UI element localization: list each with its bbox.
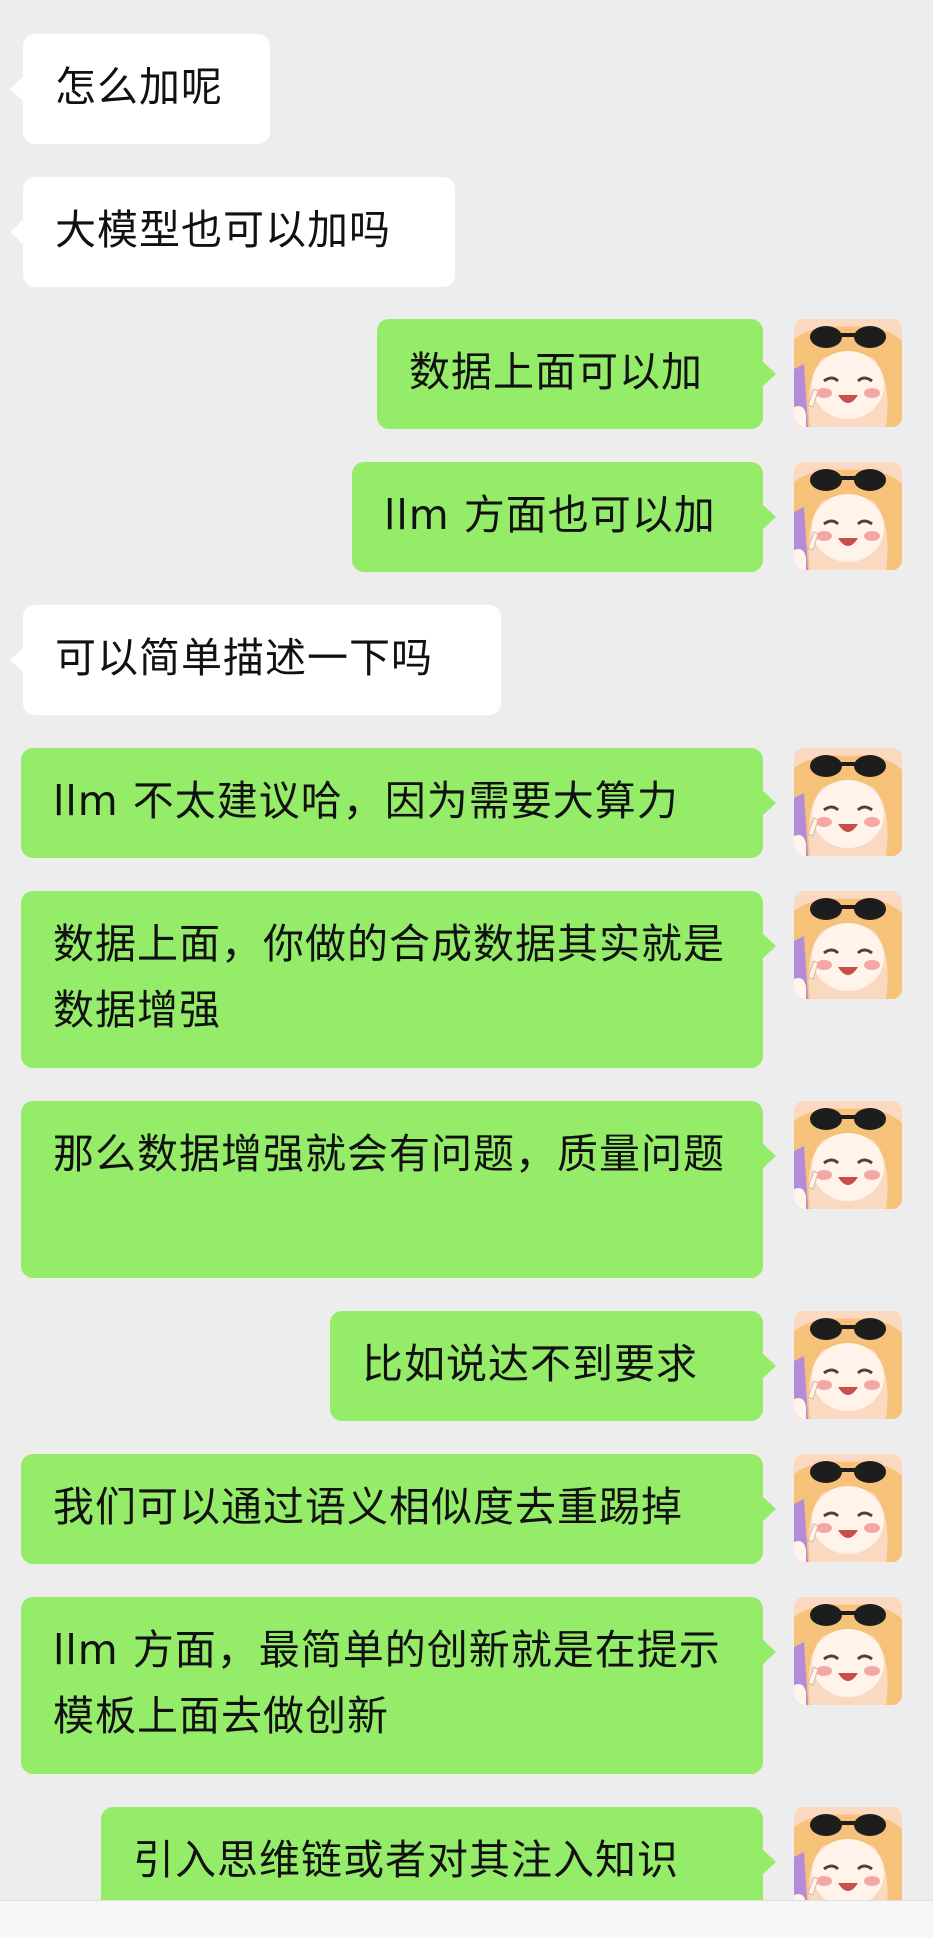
user-avatar[interactable] [794, 1101, 902, 1209]
anime-girl-sunglasses-avatar-icon [794, 748, 902, 856]
outgoing-message-bubble[interactable]: 那么数据增强就会有问题，质量问题 [21, 1101, 776, 1278]
incoming-message-bubble[interactable]: 大模型也可以加吗 [10, 177, 455, 287]
chat-message-list[interactable]: 怎么加呢 大模型也可以加吗 数据上面可以加 llm 方面也可以加 可以简单描述一… [0, 0, 933, 1938]
anime-girl-sunglasses-avatar-icon [794, 462, 902, 570]
message-text: 那么数据增强就会有问题，质量问题 [53, 1130, 725, 1178]
outgoing-message-bubble[interactable]: llm 方面，最简单的创新就是在提示模板上面去做创新 [21, 1597, 776, 1774]
anime-girl-sunglasses-avatar-icon [794, 1807, 902, 1915]
user-avatar[interactable] [794, 748, 902, 856]
message-text: 可以简单描述一下吗 [55, 634, 433, 682]
outgoing-message-bubble[interactable]: llm 方面也可以加 [352, 462, 776, 572]
bottom-input-bar-edge [0, 1900, 933, 1938]
anime-girl-sunglasses-avatar-icon [794, 1454, 902, 1562]
message-text: 怎么加呢 [55, 63, 223, 111]
outgoing-message-bubble[interactable]: 比如说达不到要求 [330, 1311, 776, 1421]
anime-girl-sunglasses-avatar-icon [794, 891, 902, 999]
message-text: llm 不太建议哈，因为需要大算力 [53, 777, 679, 825]
incoming-message-bubble[interactable]: 可以简单描述一下吗 [10, 605, 501, 715]
message-text: 数据上面可以加 [409, 348, 703, 396]
outgoing-message-bubble[interactable]: 我们可以通过语义相似度去重踢掉 [21, 1454, 776, 1564]
outgoing-message-bubble[interactable]: 数据上面，你做的合成数据其实就是数据增强 [21, 891, 776, 1068]
user-avatar[interactable] [794, 462, 902, 570]
user-avatar[interactable] [794, 319, 902, 427]
user-avatar[interactable] [794, 1597, 902, 1705]
message-text: llm 方面，最简单的创新就是在提示模板上面去做创新 [53, 1626, 721, 1740]
anime-girl-sunglasses-avatar-icon [794, 1311, 902, 1419]
user-avatar[interactable] [794, 1311, 902, 1419]
outgoing-message-bubble[interactable]: llm 不太建议哈，因为需要大算力 [21, 748, 776, 858]
message-text: 数据上面，你做的合成数据其实就是数据增强 [53, 920, 725, 1034]
anime-girl-sunglasses-avatar-icon [794, 1597, 902, 1705]
message-text: 比如说达不到要求 [362, 1340, 698, 1388]
user-avatar[interactable] [794, 891, 902, 999]
anime-girl-sunglasses-avatar-icon [794, 1101, 902, 1209]
outgoing-message-bubble[interactable]: 数据上面可以加 [377, 319, 776, 429]
incoming-message-bubble[interactable]: 怎么加呢 [10, 34, 270, 144]
anime-girl-sunglasses-avatar-icon [794, 319, 902, 427]
message-text: 引入思维链或者对其注入知识 [133, 1836, 679, 1884]
user-avatar[interactable] [794, 1807, 902, 1915]
message-text: 我们可以通过语义相似度去重踢掉 [53, 1483, 683, 1531]
message-text: 大模型也可以加吗 [55, 206, 391, 254]
user-avatar[interactable] [794, 1454, 902, 1562]
message-text: llm 方面也可以加 [384, 491, 716, 539]
